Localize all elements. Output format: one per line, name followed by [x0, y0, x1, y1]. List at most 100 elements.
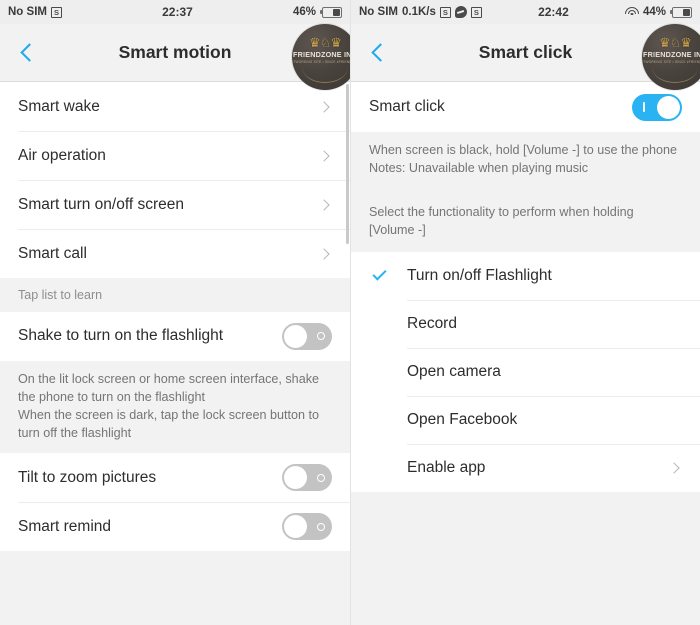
smart-click-description: When screen is black, hold [Volume -] to…	[351, 132, 700, 204]
chevron-right-icon	[668, 461, 680, 474]
panel-smart-motion: No SIM S 22:37 46% Smart motion ♛♘♛ FRIE…	[0, 0, 350, 625]
wifi-icon	[624, 6, 639, 18]
back-chevron-icon	[371, 43, 390, 62]
option-row-turn-on-off-flashlight[interactable]: Turn on/off Flashlight	[351, 251, 700, 300]
description-line: Select the functionality to perform when…	[369, 204, 634, 237]
setting-label: Smart remind	[18, 517, 112, 535]
status-bar-right: No SIM 0.1K/s S S 22:42 44%	[351, 0, 700, 24]
avatar-arc	[302, 67, 348, 83]
list-navigation-group: Smart wake Air operation Smart turn on/o…	[0, 82, 350, 278]
list-item[interactable]: Smart wake	[0, 82, 350, 131]
extra-toggles-group: Tilt to zoom pictures Smart remind	[0, 453, 350, 552]
battery-percent-label: 44%	[642, 6, 666, 18]
shake-description: On the lit lock screen or home screen in…	[0, 360, 350, 454]
toggle-off-mark-icon	[317, 332, 325, 341]
list-item-label: Smart wake	[18, 97, 100, 115]
smart-click-toggle[interactable]	[632, 93, 682, 121]
setting-row-smart-click[interactable]: Smart click	[351, 82, 700, 132]
panel-smart-click: No SIM 0.1K/s S S 22:42 44% Smart click …	[351, 0, 700, 625]
status-left-group: No SIM S	[8, 6, 62, 18]
description-line: When the screen is dark, tap the lock sc…	[18, 407, 320, 440]
status-left-group: No SIM 0.1K/s S S	[359, 6, 482, 18]
option-row-open-camera[interactable]: Open camera	[351, 347, 700, 396]
chevron-right-icon	[318, 100, 330, 113]
description-line: When screen is black, hold [Volume -] to…	[369, 143, 678, 157]
back-chevron-icon	[20, 43, 39, 62]
toggle-off-mark-icon	[317, 522, 325, 531]
messenger-icon	[454, 6, 467, 18]
option-row-open-facebook[interactable]: Open Facebook	[351, 395, 700, 444]
avatar-brand-label: FRIENDZONE INC	[293, 49, 350, 59]
battery-icon	[320, 6, 342, 18]
battery-body	[322, 6, 342, 18]
setting-label: Shake to turn on the flashlight	[18, 327, 224, 345]
option-row-record[interactable]: Record	[351, 299, 700, 348]
setting-row-tilt-zoom[interactable]: Tilt to zoom pictures	[0, 453, 350, 503]
content-right: Smart click When screen is black, hold […	[351, 82, 700, 624]
header-right: Smart click ♛♘♛ FRIENDZONE INC NETWORKIN…	[351, 24, 700, 90]
option-row-enable-app[interactable]: Enable app	[351, 443, 700, 492]
crest-icon: ♛♘♛	[659, 34, 692, 50]
chevron-right-icon	[318, 247, 330, 260]
content-left: Smart wake Air operation Smart turn on/o…	[0, 82, 350, 624]
shake-setting-group: Shake to turn on the flashlight	[0, 311, 350, 361]
check-icon	[371, 266, 387, 281]
screenshot-root: No SIM S 22:37 46% Smart motion ♛♘♛ FRIE…	[0, 0, 700, 625]
description-line: On the lit lock screen or home screen in…	[18, 371, 319, 404]
network-speed-label: 0.1K/s	[401, 6, 436, 18]
list-item-label: Smart turn on/off screen	[18, 195, 184, 213]
avatar-sub-label: NETWORKING SITE • SINCE #FRIENDZONE	[292, 59, 350, 64]
option-check-slot	[351, 266, 407, 281]
select-functionality-description: Select the functionality to perform when…	[351, 203, 700, 252]
carrier-label: No SIM	[8, 6, 47, 18]
description-line: Notes: Unavailable when playing music	[369, 160, 589, 175]
avatar[interactable]: ♛♘♛ FRIENDZONE INC NETWORKING SITE • SIN…	[292, 24, 350, 90]
smart-remind-toggle[interactable]	[282, 513, 332, 541]
battery-fill	[682, 8, 690, 16]
header-left: Smart motion ♛♘♛ FRIENDZONE INC NETWORKI…	[0, 24, 350, 90]
smart-click-group: Smart click	[351, 82, 700, 132]
status-clock: 22:37	[162, 5, 193, 19]
battery-icon	[670, 6, 692, 18]
chevron-right-icon	[318, 149, 330, 162]
status-right-group: 46%	[293, 6, 342, 18]
avatar-brand-label: FRIENDZONE INC	[643, 49, 700, 59]
toggle-knob	[284, 324, 307, 348]
scrollbar-thumb[interactable]	[346, 84, 349, 244]
s-box-icon: S	[50, 6, 62, 18]
list-item-label: Smart call	[18, 244, 87, 262]
shake-flashlight-toggle[interactable]	[282, 322, 332, 350]
option-label: Enable app	[407, 458, 486, 476]
toggle-off-mark-icon	[317, 473, 325, 482]
carrier-label: No SIM	[359, 6, 398, 18]
avatar-sub-label: NETWORKING SITE • SINCE #FRIENDZONE	[642, 59, 700, 64]
battery-percent-label: 46%	[292, 6, 316, 18]
list-item[interactable]: Smart call	[0, 229, 350, 278]
avatar[interactable]: ♛♘♛ FRIENDZONE INC NETWORKING SITE • SIN…	[642, 24, 700, 90]
toggle-knob	[284, 466, 307, 490]
setting-label: Smart click	[369, 98, 445, 115]
status-bar-left: No SIM S 22:37 46%	[0, 0, 350, 24]
tilt-zoom-toggle[interactable]	[282, 464, 332, 492]
option-label: Open camera	[407, 362, 501, 380]
list-item[interactable]: Smart turn on/off screen	[0, 180, 350, 229]
chevron-right-icon	[318, 198, 330, 211]
avatar-arc	[652, 67, 698, 83]
setting-row-shake-flashlight[interactable]: Shake to turn on the flashlight	[0, 311, 350, 361]
list-item[interactable]: Air operation	[0, 131, 350, 180]
back-button[interactable]	[0, 24, 54, 82]
toggle-on-mark-icon	[643, 102, 646, 112]
option-label: Record	[407, 314, 457, 332]
back-button[interactable]	[351, 24, 405, 82]
option-label: Turn on/off Flashlight	[407, 266, 552, 284]
s-box-icon: S	[470, 6, 482, 18]
list-item-label: Air operation	[18, 146, 106, 164]
battery-body	[672, 6, 692, 18]
functionality-options-group: Turn on/off Flashlight Record Open camer…	[351, 251, 700, 492]
setting-label: Tilt to zoom pictures	[18, 468, 157, 486]
s-box-icon: S	[439, 6, 451, 18]
status-clock: 22:42	[538, 5, 569, 19]
hint-text: Tap list to learn	[0, 278, 350, 312]
setting-row-smart-remind[interactable]: Smart remind	[0, 502, 350, 552]
option-label: Open Facebook	[407, 410, 518, 428]
